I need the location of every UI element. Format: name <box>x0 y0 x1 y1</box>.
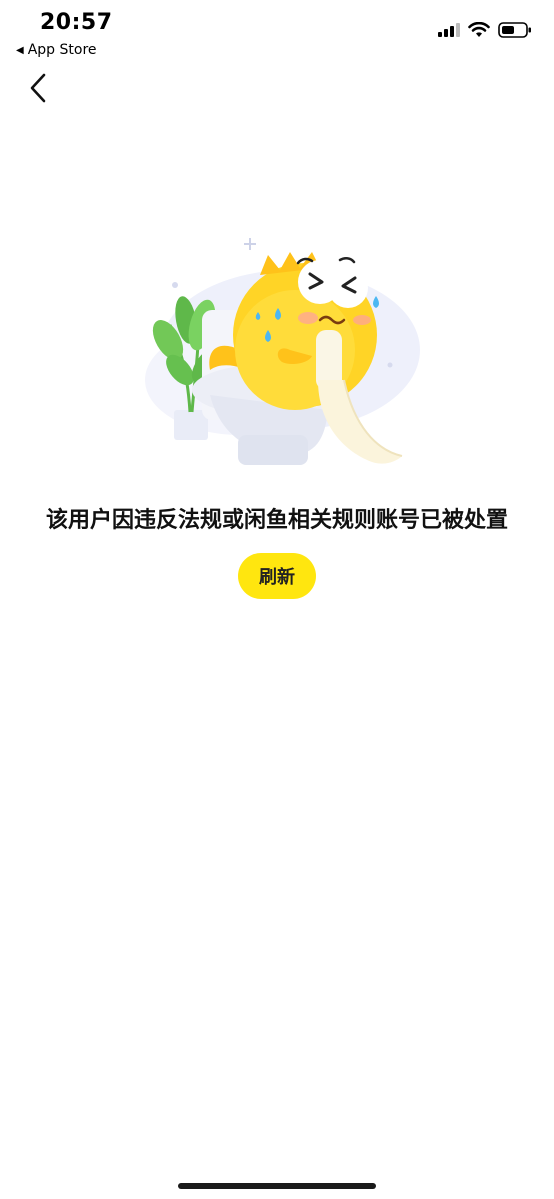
wifi-icon <box>468 22 490 37</box>
back-button[interactable] <box>20 70 56 106</box>
signal-icon <box>438 23 460 37</box>
error-illustration <box>140 230 420 480</box>
status-icons <box>438 22 532 38</box>
home-indicator[interactable] <box>178 1183 376 1189</box>
chevron-left-icon <box>30 73 46 103</box>
back-triangle-icon: ◀ <box>16 44 24 56</box>
fish-mascot-on-toilet-illustration <box>145 238 420 465</box>
account-status-message: 该用户因违反法规或闲鱼相关规则账号已被处置 <box>45 508 508 533</box>
back-app-label: App Store <box>27 42 97 58</box>
status-time: 20:57 <box>40 10 113 35</box>
refresh-button[interactable]: 刷新 <box>238 553 316 599</box>
status-bar: 20:57 ◀ App Store <box>0 0 554 64</box>
battery-icon <box>498 22 531 38</box>
back-to-app-store[interactable]: ◀ App Store <box>16 42 97 58</box>
